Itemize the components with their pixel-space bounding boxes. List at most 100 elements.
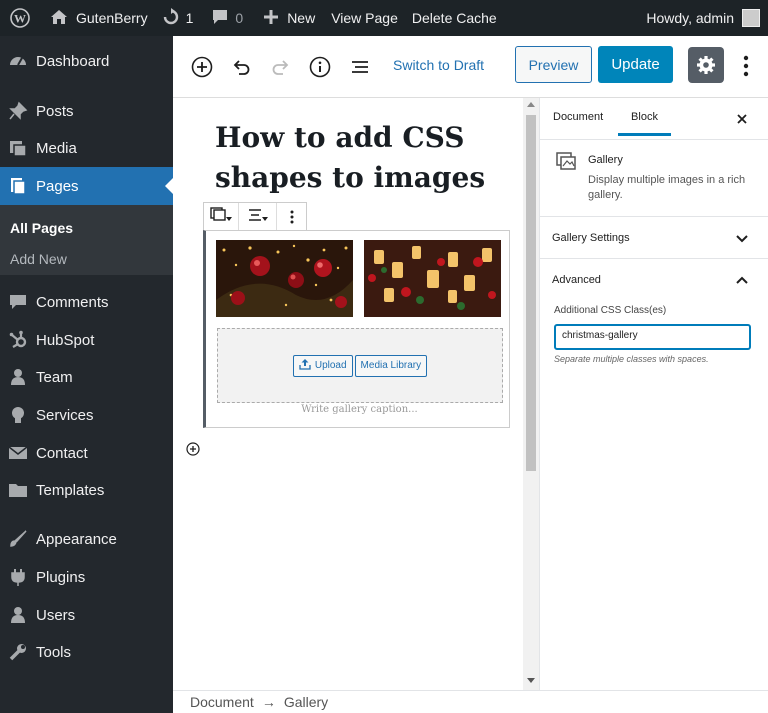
menu-label: Templates — [36, 481, 105, 499]
gallery-caption-placeholder[interactable]: Write gallery caption... — [206, 404, 513, 415]
folder-icon — [8, 480, 28, 500]
avatar — [742, 9, 760, 27]
gallery-block[interactable]: Upload Media Library Write gallery capti… — [203, 230, 510, 428]
post-title[interactable]: How to add CSS shapes to images — [215, 118, 495, 198]
home-icon — [50, 9, 68, 28]
menu-media[interactable]: Media — [0, 129, 173, 167]
close-icon[interactable] — [737, 111, 747, 129]
menu-comments[interactable]: Comments — [0, 283, 173, 321]
block-type-switcher[interactable] — [204, 203, 239, 230]
gallery-settings-title: Gallery Settings — [552, 232, 630, 244]
menu-pages[interactable]: Pages — [0, 167, 173, 205]
editor-toolbar: Switch to Draft Preview Update — [173, 36, 768, 98]
breadcrumb-gallery[interactable]: Gallery — [284, 694, 328, 710]
view-page-link[interactable]: View Page — [321, 0, 404, 36]
align-center-icon — [248, 208, 262, 226]
menu-label: Dashboard — [36, 52, 110, 70]
block-card: Gallery Display multiple images in a ric… — [540, 140, 768, 217]
menu-label: Team — [36, 368, 73, 386]
css-class-help: Separate multiple classes with spaces. — [554, 354, 709, 364]
menu-services[interactable]: Services — [0, 396, 173, 434]
wordpress-logo-icon[interactable]: W — [0, 0, 36, 36]
menu-dashboard[interactable]: Dashboard — [0, 42, 173, 80]
gallery-icon — [210, 207, 226, 226]
menu-plugins[interactable]: Plugins — [0, 558, 173, 596]
dashboard-icon — [8, 51, 28, 71]
scroll-up-icon[interactable] — [527, 102, 535, 107]
submenu-all-pages[interactable]: All Pages — [10, 220, 73, 236]
delete-cache-link[interactable]: Delete Cache — [404, 0, 503, 36]
gallery-settings-panel[interactable]: Gallery Settings — [540, 217, 768, 259]
menu-label: Appearance — [36, 530, 117, 548]
undo-icon[interactable] — [229, 55, 253, 79]
mail-icon — [8, 443, 28, 463]
menu-label: Users — [36, 606, 76, 624]
site-name: GutenBerry — [76, 10, 148, 26]
gallery-image-ornaments[interactable] — [216, 240, 353, 317]
new-content-link[interactable]: New — [249, 0, 321, 36]
menu-label: Posts — [36, 102, 74, 120]
align-button[interactable] — [239, 203, 277, 230]
info-icon[interactable] — [308, 55, 332, 79]
tab-block[interactable]: Block — [618, 111, 671, 136]
brush-icon — [8, 529, 28, 549]
menu-label: Comments — [36, 293, 109, 311]
site-name-link[interactable]: GutenBerry — [36, 0, 154, 36]
block-name: Gallery — [588, 154, 623, 166]
comments-link[interactable]: 0 — [199, 0, 249, 36]
sidebar-tabs: Document Block — [540, 98, 768, 140]
updates-count: 1 — [185, 10, 194, 26]
inline-add-block-icon[interactable] — [186, 442, 200, 461]
comments-icon — [8, 292, 28, 312]
more-options-icon[interactable] — [737, 53, 755, 79]
block-more-options-icon[interactable] — [277, 203, 306, 230]
menu-appearance[interactable]: Appearance — [0, 520, 173, 558]
plugin-icon — [8, 567, 28, 587]
settings-gear-icon[interactable] — [688, 47, 724, 83]
menu-tools[interactable]: Tools — [0, 633, 173, 671]
updates-link[interactable]: 1 — [154, 0, 200, 36]
upload-button[interactable]: Upload — [292, 354, 353, 377]
menu-users[interactable]: Users — [0, 596, 173, 634]
menu-label: Contact — [36, 444, 88, 462]
menu-templates[interactable]: Templates — [0, 471, 173, 509]
preview-button[interactable]: Preview — [515, 46, 592, 83]
menu-label: Tools — [36, 643, 72, 661]
advanced-title[interactable]: Advanced — [552, 274, 601, 286]
css-class-label: Additional CSS Class(es) — [554, 305, 667, 316]
dropdown-caret-icon — [226, 208, 232, 226]
block-navigation-icon[interactable] — [348, 55, 372, 79]
upload-icon — [299, 358, 311, 373]
menu-posts[interactable]: Posts — [0, 92, 173, 130]
chevron-up-icon[interactable] — [736, 275, 748, 287]
comments-count: 0 — [235, 10, 244, 26]
editor-canvas: How to add CSS shapes to images Upload M… — [173, 98, 523, 690]
block-description: Display multiple images in a rich galler… — [588, 174, 746, 201]
hubspot-icon — [8, 330, 28, 350]
menu-hubspot[interactable]: HubSpot — [0, 321, 173, 359]
gallery-image-lanterns[interactable] — [364, 240, 501, 317]
breadcrumb-document[interactable]: Document — [190, 694, 254, 710]
scroll-down-icon[interactable] — [527, 678, 535, 683]
breadcrumb: Document → Gallery — [173, 690, 768, 713]
dropdown-caret-icon — [261, 208, 268, 226]
menu-team[interactable]: Team — [0, 358, 173, 396]
submenu-add-new[interactable]: Add New — [10, 251, 67, 267]
menu-contact[interactable]: Contact — [0, 434, 173, 472]
redo-icon[interactable] — [269, 55, 293, 79]
switch-to-draft-button[interactable]: Switch to Draft — [393, 57, 484, 73]
gallery-block-icon — [556, 152, 576, 175]
editor-scrollbar[interactable] — [523, 98, 539, 690]
upload-label: Upload — [314, 360, 347, 371]
gallery-upload-placeholder: Upload Media Library — [217, 328, 503, 403]
tab-document[interactable]: Document — [553, 111, 603, 123]
additional-css-class-input[interactable]: christmas-gallery — [554, 324, 751, 350]
media-library-button[interactable]: Media Library — [354, 354, 428, 377]
scrollbar-thumb[interactable] — [526, 115, 536, 471]
add-block-icon[interactable] — [190, 55, 214, 79]
wrench-icon — [8, 642, 28, 662]
update-button[interactable]: Update — [598, 46, 673, 83]
chevron-down-icon — [736, 234, 748, 246]
account-menu[interactable]: Howdy, admin — [640, 0, 768, 36]
block-toolbar — [203, 202, 307, 231]
